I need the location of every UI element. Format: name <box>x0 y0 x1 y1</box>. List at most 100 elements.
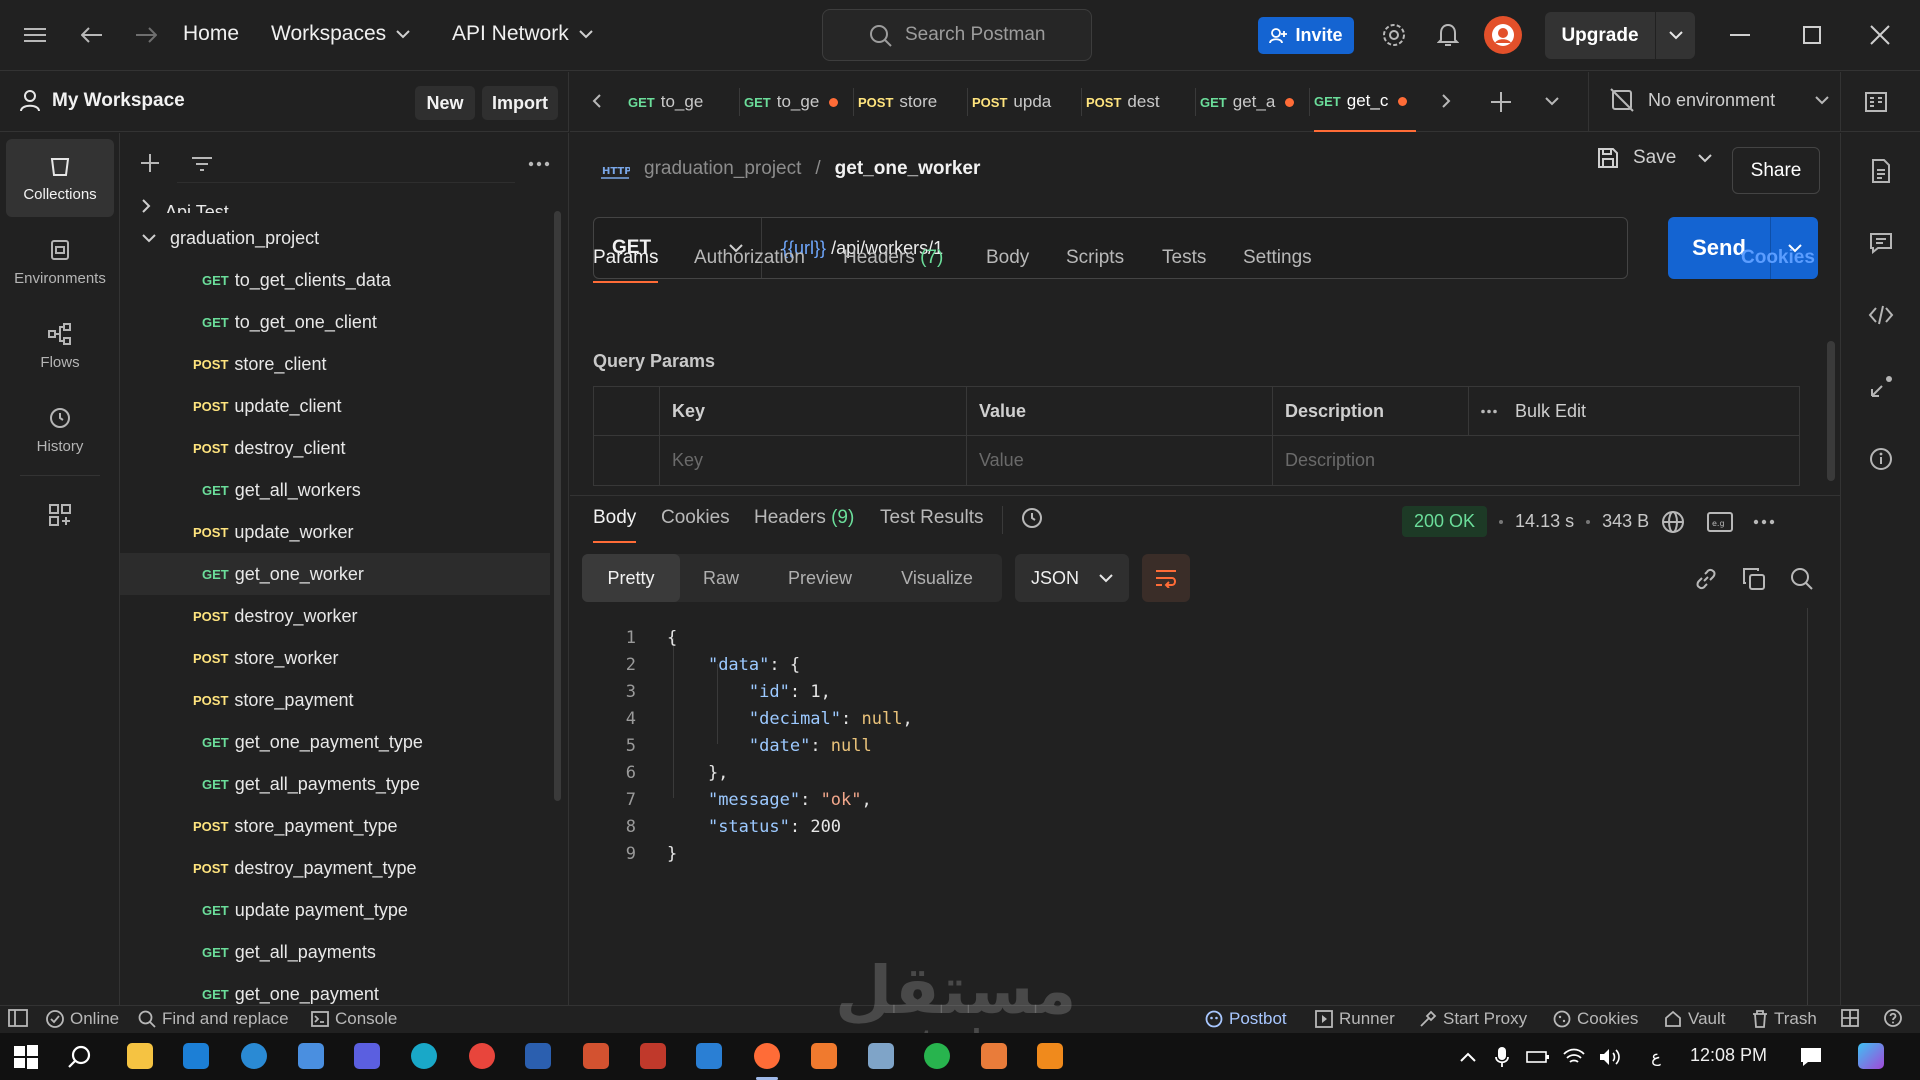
workspace-title[interactable]: My Workspace <box>20 90 185 112</box>
whatsapp-icon[interactable] <box>924 1043 950 1069</box>
vault-button[interactable]: Vault <box>1664 1009 1726 1029</box>
response-tab-cookies[interactable]: Cookies <box>661 507 730 529</box>
request-tab[interactable]: GET get_c <box>1314 72 1416 132</box>
format-select[interactable]: JSON <box>1015 554 1129 602</box>
sidebar-item-history[interactable]: History <box>6 391 114 469</box>
copilot-icon[interactable] <box>1858 1043 1884 1069</box>
sidebar-item-collections[interactable]: Collections <box>6 139 114 217</box>
tab-headers[interactable]: Headers (7) <box>843 247 943 269</box>
tree-request-item[interactable]: GET get_one_payment_type <box>120 721 550 763</box>
home-link[interactable]: Home <box>183 22 239 46</box>
invite-button[interactable]: Invite <box>1258 17 1354 54</box>
response-tab-headers[interactable]: Headers (9) <box>754 507 854 529</box>
tray-chevron-up-icon[interactable] <box>1452 1041 1484 1073</box>
tree-request-item[interactable]: POST destroy_payment_type <box>120 847 550 889</box>
tree-request-item[interactable]: GET to_get_one_client <box>120 301 550 343</box>
tree-request-item[interactable]: GET get_all_payments_type <box>120 763 550 805</box>
mail-icon[interactable] <box>183 1043 209 1069</box>
save-example-icon[interactable]: e.g <box>1707 511 1734 532</box>
tabs-menu-chevron-icon[interactable] <box>1545 97 1559 106</box>
related-collections-icon[interactable] <box>1865 371 1897 403</box>
request-tab[interactable]: POST upda <box>972 72 1078 132</box>
api-network-menu[interactable]: API Network <box>452 22 593 46</box>
comments-icon[interactable] <box>1865 227 1897 259</box>
minimize-icon[interactable] <box>1722 17 1758 53</box>
tree-request-item[interactable]: POST destroy_worker <box>120 595 550 637</box>
volume-icon[interactable] <box>1594 1041 1626 1073</box>
upgrade-dropdown[interactable] <box>1655 12 1695 59</box>
param-description-input[interactable]: Description <box>1273 436 1799 485</box>
request-tab[interactable]: POST store <box>858 72 964 132</box>
notifications-bell-icon[interactable] <box>1430 17 1466 53</box>
chrome-browser-icon[interactable] <box>469 1043 495 1069</box>
code-snippet-icon[interactable] <box>1865 299 1897 331</box>
tab-scripts[interactable]: Scripts <box>1066 247 1124 269</box>
environment-selector[interactable]: No environment <box>1610 88 1829 112</box>
tree-collection-api-test[interactable]: Api Test <box>120 187 550 213</box>
cookies-link[interactable]: Cookies <box>1741 247 1815 269</box>
param-key-input[interactable]: Key <box>660 436 967 485</box>
tree-request-item[interactable]: POST store_payment_type <box>120 805 550 847</box>
word-icon[interactable] <box>525 1043 551 1069</box>
environment-quick-look-icon[interactable] <box>1864 90 1888 114</box>
breadcrumb-collection[interactable]: graduation_project <box>644 158 801 180</box>
trash-button[interactable]: Trash <box>1752 1009 1817 1029</box>
workspaces-menu[interactable]: Workspaces <box>271 22 410 46</box>
tab-settings[interactable]: Settings <box>1243 247 1312 269</box>
response-body-viewer[interactable]: 1{ 2 "data": { 3 "id": 1, 4 "decimal": n… <box>570 608 1810 1008</box>
vlc-icon[interactable] <box>1037 1043 1063 1069</box>
battery-icon[interactable] <box>1522 1041 1554 1073</box>
share-button[interactable]: Share <box>1732 147 1820 194</box>
tabs-scroll-left-icon[interactable] <box>592 94 601 108</box>
view-pretty[interactable]: Pretty <box>582 554 680 602</box>
find-and-replace[interactable]: Find and replace <box>138 1009 289 1029</box>
back-arrow-icon[interactable] <box>74 17 110 53</box>
app-icon-gray[interactable] <box>868 1043 894 1069</box>
request-tab[interactable]: GET to_ge <box>628 72 736 132</box>
xampp-icon[interactable] <box>811 1043 837 1069</box>
postman-icon[interactable] <box>754 1043 780 1069</box>
sidebar-item-flows[interactable]: Flows <box>6 307 114 385</box>
tab-tests[interactable]: Tests <box>1162 247 1206 269</box>
chevron-down-icon[interactable] <box>1698 153 1713 163</box>
breadcrumb-request[interactable]: get_one_worker <box>835 158 981 180</box>
app-icon-blue[interactable] <box>298 1043 324 1069</box>
help-icon[interactable] <box>1884 1009 1902 1027</box>
copy-link-icon[interactable] <box>1694 567 1718 591</box>
taskbar-search-icon[interactable] <box>64 1041 96 1073</box>
avatar[interactable] <box>1484 16 1522 54</box>
tabs-scroll-right-icon[interactable] <box>1442 94 1451 108</box>
status-badge[interactable]: 200 OK <box>1402 506 1488 537</box>
runner-button[interactable]: Runner <box>1315 1009 1395 1029</box>
wrap-lines-button[interactable] <box>1142 554 1190 602</box>
tree-request-item[interactable]: GET get_one_worker <box>120 553 550 595</box>
documentation-icon[interactable] <box>1865 155 1897 187</box>
tree-request-item[interactable]: GET to_get_clients_data <box>120 259 550 301</box>
sidebar-item-configure[interactable] <box>6 485 114 545</box>
online-status[interactable]: Online <box>46 1009 119 1029</box>
tree-request-item[interactable]: POST update_worker <box>120 511 550 553</box>
response-tab-test-results[interactable]: Test Results <box>880 507 983 529</box>
tree-request-item[interactable]: GET get_all_workers <box>120 469 550 511</box>
video-player-icon[interactable] <box>981 1043 1007 1069</box>
app-icon-purple[interactable] <box>354 1043 380 1069</box>
powerpoint-icon[interactable] <box>583 1043 609 1069</box>
response-size[interactable]: 343 B <box>1602 511 1649 532</box>
close-icon[interactable] <box>1862 17 1898 53</box>
notifications-center-icon[interactable] <box>1795 1041 1827 1073</box>
param-value-input[interactable]: Value <box>967 436 1273 485</box>
file-explorer-icon[interactable] <box>127 1043 153 1069</box>
new-button[interactable]: New <box>415 86 475 120</box>
tab-params[interactable]: Params <box>593 247 659 283</box>
sidebar-item-environments[interactable]: Environments <box>6 223 114 301</box>
tree-request-item[interactable]: POST update_client <box>120 385 550 427</box>
layout-toggle-icon[interactable] <box>1841 1009 1859 1027</box>
code-scrollbar[interactable] <box>1807 608 1808 1008</box>
menu-icon[interactable] <box>17 17 53 53</box>
more-options-icon[interactable] <box>1481 409 1497 414</box>
search-input[interactable]: Search Postman <box>822 9 1092 61</box>
view-preview[interactable]: Preview <box>762 554 878 602</box>
vscode-icon[interactable] <box>696 1043 722 1069</box>
windows-start-icon[interactable] <box>10 1041 42 1073</box>
save-button[interactable]: Save <box>1597 147 1713 169</box>
